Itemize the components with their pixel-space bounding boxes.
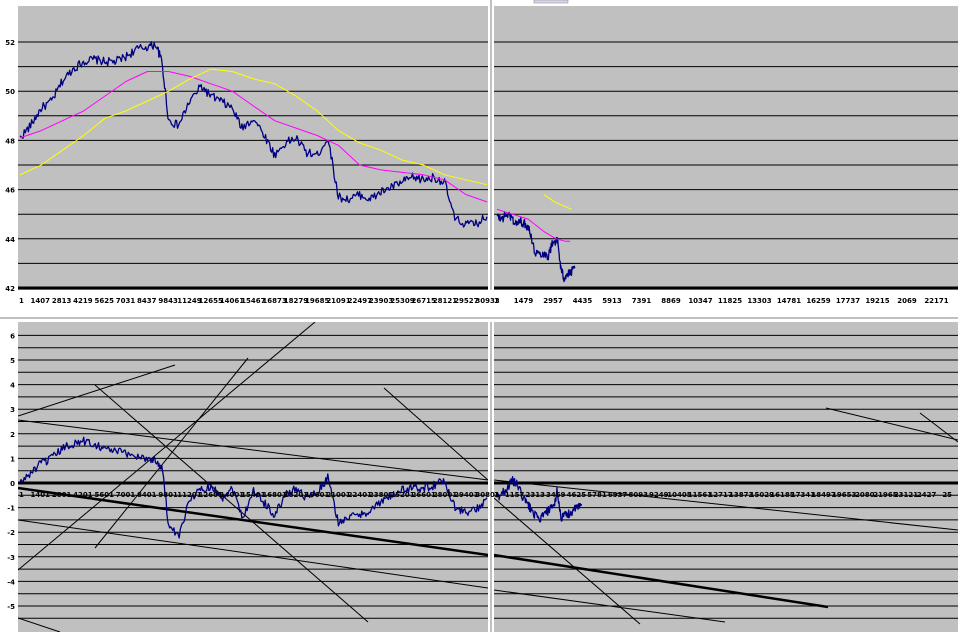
x-tick-bottom-left-6: 8401 <box>137 491 157 499</box>
x-tick-top-left-2: 2813 <box>52 297 72 305</box>
x-tick-top-right-0: 1 <box>494 297 499 305</box>
x-tick-top-right-9: 13303 <box>747 297 771 305</box>
x-tick-bottom-right-8: 9249 <box>649 491 669 499</box>
x-tick-top-right-15: 22171 <box>924 297 948 305</box>
x-tick-bottom-right-4: 4625 <box>567 491 587 499</box>
y-tick-bottom-left-7: -1 <box>7 505 15 513</box>
x-tick-bottom-right-22: 25 <box>942 491 952 499</box>
x-tick-top-right-5: 7391 <box>632 297 652 305</box>
plot-area-top-left <box>18 6 488 290</box>
y-tick-top-left-3: 46 <box>5 187 15 195</box>
x-tick-top-right-12: 17737 <box>836 297 860 305</box>
x-tick-bottom-right-0: 1 <box>494 491 499 499</box>
chart-workspace: 52 50 48 46 44 42 6 5 4 3 2 1 0 -1 -2 -3 -4 -5 1 1407 2813 42… <box>0 0 958 632</box>
panel-divider-horizontal <box>0 290 958 322</box>
x-tick-top-right-6: 8869 <box>661 297 681 305</box>
x-tick-top-left-5: 7031 <box>116 297 136 305</box>
y-tick-bottom-left-2: 4 <box>10 382 15 390</box>
x-tick-bottom-left-5: 7001 <box>116 491 136 499</box>
y-tick-bottom-left-3: 3 <box>10 406 15 414</box>
x-tick-top-right-4: 5913 <box>602 297 622 305</box>
x-tick-top-right-1: 1479 <box>514 297 534 305</box>
y-tick-bottom-left-9: -3 <box>7 554 15 562</box>
y-tick-bottom-left-4: 2 <box>10 431 15 439</box>
x-tick-top-left-7: 9843 <box>158 297 178 305</box>
x-tick-bottom-left-1: 1401 <box>31 491 51 499</box>
y-tick-top-left-1: 50 <box>5 88 15 96</box>
x-tick-top-right-10: 14781 <box>777 297 801 305</box>
x-tick-top-right-14: 2069 <box>897 297 917 305</box>
y-tick-top-left-5: 42 <box>5 285 15 293</box>
x-tick-bottom-left-4: 5601 <box>94 491 114 499</box>
y-tick-bottom-left-0: 6 <box>10 332 15 340</box>
x-tick-top-right-8: 11825 <box>718 297 742 305</box>
x-tick-bottom-right-6: 6937 <box>608 491 628 499</box>
y-tick-bottom-left-5: 1 <box>10 455 15 463</box>
y-tick-bottom-left-10: -4 <box>7 578 15 586</box>
x-tick-top-left-6: 8437 <box>137 297 157 305</box>
x-tick-top-left-3: 4219 <box>73 297 93 305</box>
x-tick-top-right-13: 19215 <box>865 297 889 305</box>
y-tick-top-left-4: 44 <box>5 236 15 244</box>
x-tick-bottom-right-18: 2080 <box>855 491 875 499</box>
x-tick-top-left-4: 5625 <box>94 297 114 305</box>
four-panel-chart: 5250484644426543210-1-2-3-4-51 1407 2813 42… <box>0 0 958 632</box>
x-tick-bottom-left-7: 9801 <box>158 491 178 499</box>
x-tick-bottom-right-5: 5781 <box>587 491 607 499</box>
y-tick-top-left-2: 48 <box>5 137 15 145</box>
y-tick-bottom-left-6: 0 <box>10 480 15 488</box>
x-tick-bottom-right-17: 19653 <box>832 491 856 499</box>
y-tick-bottom-left-1: 5 <box>10 357 15 365</box>
x-tick-bottom-right-3: 3469 <box>546 491 566 499</box>
top-scrollbar-thumb[interactable] <box>533 0 569 4</box>
plot-area-bottom-left <box>18 322 488 632</box>
x-tick-bottom-right-7: 8093 <box>628 491 648 499</box>
x-tick-top-left-1: 1407 <box>31 297 51 305</box>
x-tick-bottom-right-2: 2313 <box>525 491 545 499</box>
plot-area-bottom-right <box>494 322 958 632</box>
x-tick-bottom-left-2: 2801 <box>52 491 72 499</box>
x-tick-bottom-right-1: 1157 <box>505 491 525 499</box>
plot-area-top-right <box>494 6 958 290</box>
x-tick-bottom-right-21: 2427 <box>917 491 937 499</box>
x-tick-top-left-0: 1 <box>19 297 24 305</box>
y-tick-bottom-left-8: -2 <box>7 529 15 537</box>
x-tick-bottom-left-0: 1 <box>19 491 24 499</box>
x-tick-top-right-3: 4435 <box>573 297 593 305</box>
x-tick-bottom-left-3: 4201 <box>73 491 93 499</box>
y-tick-top-left-0: 52 <box>5 39 15 47</box>
x-tick-bottom-right-20: 23121 <box>894 491 918 499</box>
y-tick-bottom-left-11: -5 <box>7 603 15 611</box>
x-tick-top-right-7: 10347 <box>688 297 712 305</box>
x-tick-top-right-11: 16259 <box>806 297 830 305</box>
x-tick-top-right-2: 2957 <box>543 297 563 305</box>
